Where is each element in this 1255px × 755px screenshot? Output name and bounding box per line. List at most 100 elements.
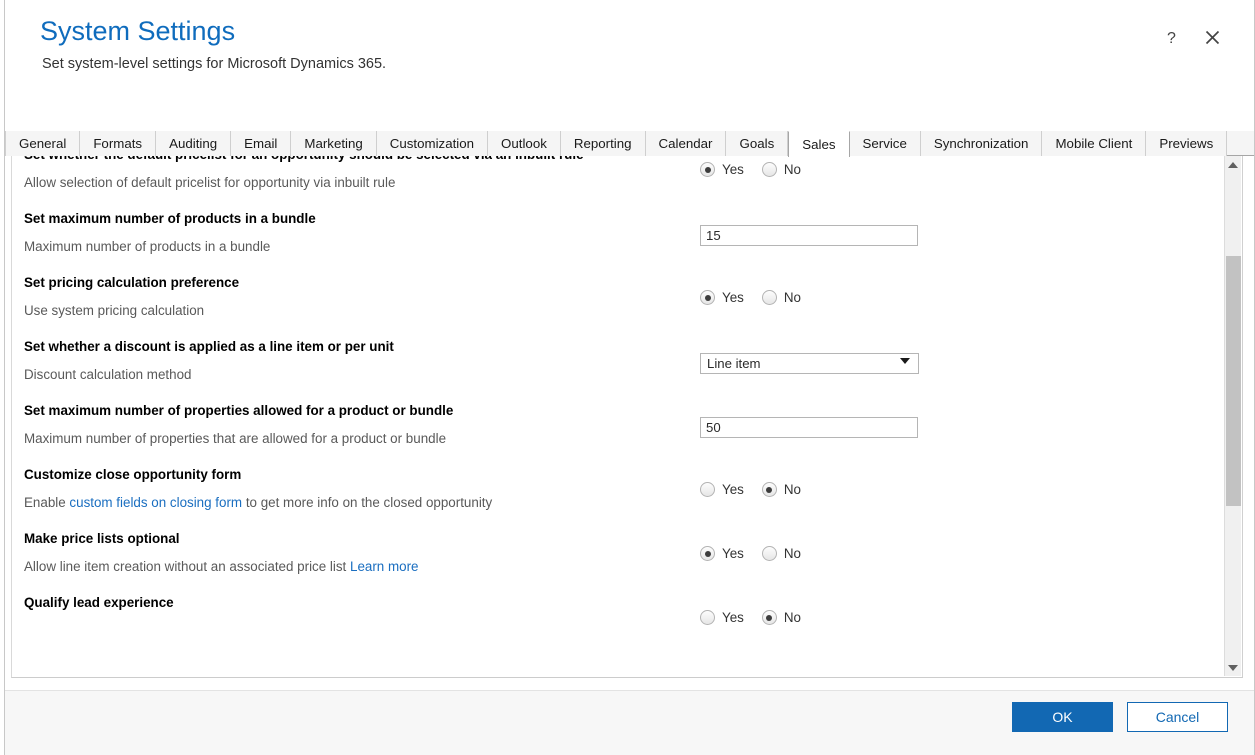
- setting-description-text: Enable: [24, 495, 70, 510]
- yes-no-radio-group[interactable]: Yes No: [700, 482, 1030, 497]
- scroll-down-arrow-icon[interactable]: [1225, 659, 1241, 676]
- setting-heading: Set maximum number of products in a bund…: [24, 211, 316, 226]
- setting-row: Qualify lead experience Yes No: [12, 582, 1224, 636]
- tab-label: Marketing: [304, 136, 363, 151]
- settings-tabstrip[interactable]: General Formats Auditing Email Marketing Cust…: [5, 131, 1254, 157]
- radio-dot-icon: [761, 162, 777, 177]
- tab-synchronization[interactable]: Synchronization: [920, 131, 1043, 156]
- radio-label: Yes: [722, 610, 744, 625]
- tab-customization[interactable]: Customization: [376, 131, 489, 156]
- tab-label: Outlook: [501, 136, 547, 151]
- radio-label: Yes: [722, 290, 744, 305]
- yes-no-radio-group[interactable]: Yes No: [700, 162, 1030, 177]
- tab-outlook[interactable]: Outlook: [488, 131, 561, 156]
- ok-button[interactable]: OK: [1012, 702, 1113, 732]
- radio-option-yes[interactable]: Yes: [700, 290, 744, 305]
- tab-formats[interactable]: Formats: [80, 131, 157, 156]
- settings-scroll-area[interactable]: Set whether the default pricelist for an…: [11, 156, 1243, 678]
- page-title: System Settings: [40, 16, 236, 46]
- tab-label: Auditing: [169, 136, 218, 151]
- radio-label: Yes: [722, 162, 744, 177]
- setting-description: Enable custom fields on closing form to …: [24, 494, 1224, 512]
- radio-option-yes[interactable]: Yes: [700, 162, 744, 177]
- tab-label: Service: [862, 136, 907, 151]
- tab-label: Formats: [93, 136, 143, 151]
- tab-mobile-client[interactable]: Mobile Client: [1042, 131, 1147, 156]
- setting-control: Line item: [700, 353, 1030, 374]
- radio-dot-icon: [761, 482, 777, 497]
- radio-dot-icon: [761, 610, 777, 625]
- radio-option-yes[interactable]: Yes: [700, 610, 744, 625]
- setting-description: Allow line item creation without an asso…: [24, 558, 1224, 576]
- scroll-up-arrow-icon[interactable]: [1225, 156, 1241, 173]
- radio-option-no[interactable]: No: [761, 162, 801, 177]
- setting-description: Maximum number of products in a bundle: [24, 239, 271, 254]
- setting-row: Set whether the default pricelist for an…: [12, 156, 1224, 198]
- radio-option-yes[interactable]: Yes: [700, 546, 744, 561]
- setting-text-input[interactable]: [700, 225, 918, 246]
- setting-heading: Set whether a discount is applied as a l…: [24, 339, 394, 354]
- setting-heading: Qualify lead experience: [24, 595, 174, 610]
- tab-general[interactable]: General: [5, 131, 81, 156]
- tab-label: Goals: [739, 136, 775, 151]
- radio-dot-icon: [761, 546, 777, 561]
- setting-row: Customize close opportunity form Enable c…: [12, 454, 1224, 518]
- setting-description: Maximum number of properties that are al…: [24, 431, 447, 446]
- tab-goals[interactable]: Goals: [726, 131, 789, 156]
- setting-row: Set pricing calculation preference Use sy…: [12, 262, 1224, 326]
- setting-heading: Customize close opportunity form: [24, 467, 242, 482]
- dialog-header: System Settings Set system-level setting…: [5, 0, 1254, 128]
- footer-button-group: OK Cancel: [1012, 702, 1228, 732]
- setting-heading: Set maximum number of properties allowed…: [24, 403, 454, 418]
- tabstrip-filler: [1227, 131, 1254, 155]
- radio-label: Yes: [722, 482, 744, 497]
- radio-dot-icon: [700, 482, 715, 497]
- setting-description-link[interactable]: Learn more: [350, 559, 418, 574]
- cancel-button[interactable]: Cancel: [1127, 702, 1228, 732]
- chevron-down-icon: [900, 358, 910, 364]
- setting-description: Use system pricing calculation: [24, 303, 205, 318]
- tab-label: General: [19, 136, 67, 151]
- setting-control: Yes No: [700, 290, 1030, 305]
- radio-label: No: [783, 290, 801, 305]
- vertical-scrollbar[interactable]: [1224, 156, 1241, 676]
- radio-option-no[interactable]: No: [761, 610, 801, 625]
- setting-control: [700, 417, 1030, 438]
- setting-text-input[interactable]: [700, 417, 918, 438]
- setting-description: Allow selection of default pricelist for…: [24, 175, 396, 190]
- tab-service[interactable]: Service: [849, 131, 921, 156]
- tab-calendar[interactable]: Calendar: [645, 131, 727, 156]
- setting-description-text: Allow line item creation without an asso…: [24, 559, 350, 574]
- tab-auditing[interactable]: Auditing: [156, 131, 232, 156]
- yes-no-radio-group[interactable]: Yes No: [700, 610, 1030, 625]
- dropdown-selected-value: Line item: [707, 356, 761, 371]
- tab-label: Customization: [389, 136, 475, 151]
- tab-reporting[interactable]: Reporting: [560, 131, 646, 156]
- radio-label: No: [783, 482, 801, 497]
- setting-dropdown[interactable]: Line item: [700, 353, 919, 374]
- tab-email[interactable]: Email: [231, 131, 292, 156]
- radio-option-no[interactable]: No: [761, 482, 801, 497]
- setting-row: Set maximum number of products in a bund…: [12, 198, 1224, 262]
- scrollbar-thumb[interactable]: [1226, 256, 1241, 506]
- radio-dot-icon: [700, 290, 715, 305]
- setting-row: Set maximum number of properties allowed…: [12, 390, 1224, 454]
- setting-heading: Make price lists optional: [24, 531, 180, 546]
- tab-previews[interactable]: Previews: [1146, 131, 1228, 156]
- radio-dot-icon: [700, 546, 715, 561]
- radio-option-yes[interactable]: Yes: [700, 482, 744, 497]
- radio-option-no[interactable]: No: [761, 546, 801, 561]
- help-question-icon[interactable]: ?: [1162, 26, 1182, 48]
- header-icon-group: ?: [1162, 26, 1222, 48]
- radio-dot-icon: [761, 290, 777, 305]
- close-x-icon[interactable]: [1202, 26, 1222, 48]
- svg-text:?: ?: [1167, 30, 1176, 46]
- yes-no-radio-group[interactable]: Yes No: [700, 546, 1030, 561]
- setting-description-link[interactable]: custom fields on closing form: [69, 495, 242, 510]
- tab-marketing[interactable]: Marketing: [291, 131, 377, 156]
- radio-option-no[interactable]: No: [761, 290, 801, 305]
- page-subtitle: Set system-level settings for Microsoft …: [42, 56, 387, 72]
- tab-sales[interactable]: Sales: [788, 131, 850, 157]
- radio-label: No: [783, 610, 801, 625]
- yes-no-radio-group[interactable]: Yes No: [700, 290, 1030, 305]
